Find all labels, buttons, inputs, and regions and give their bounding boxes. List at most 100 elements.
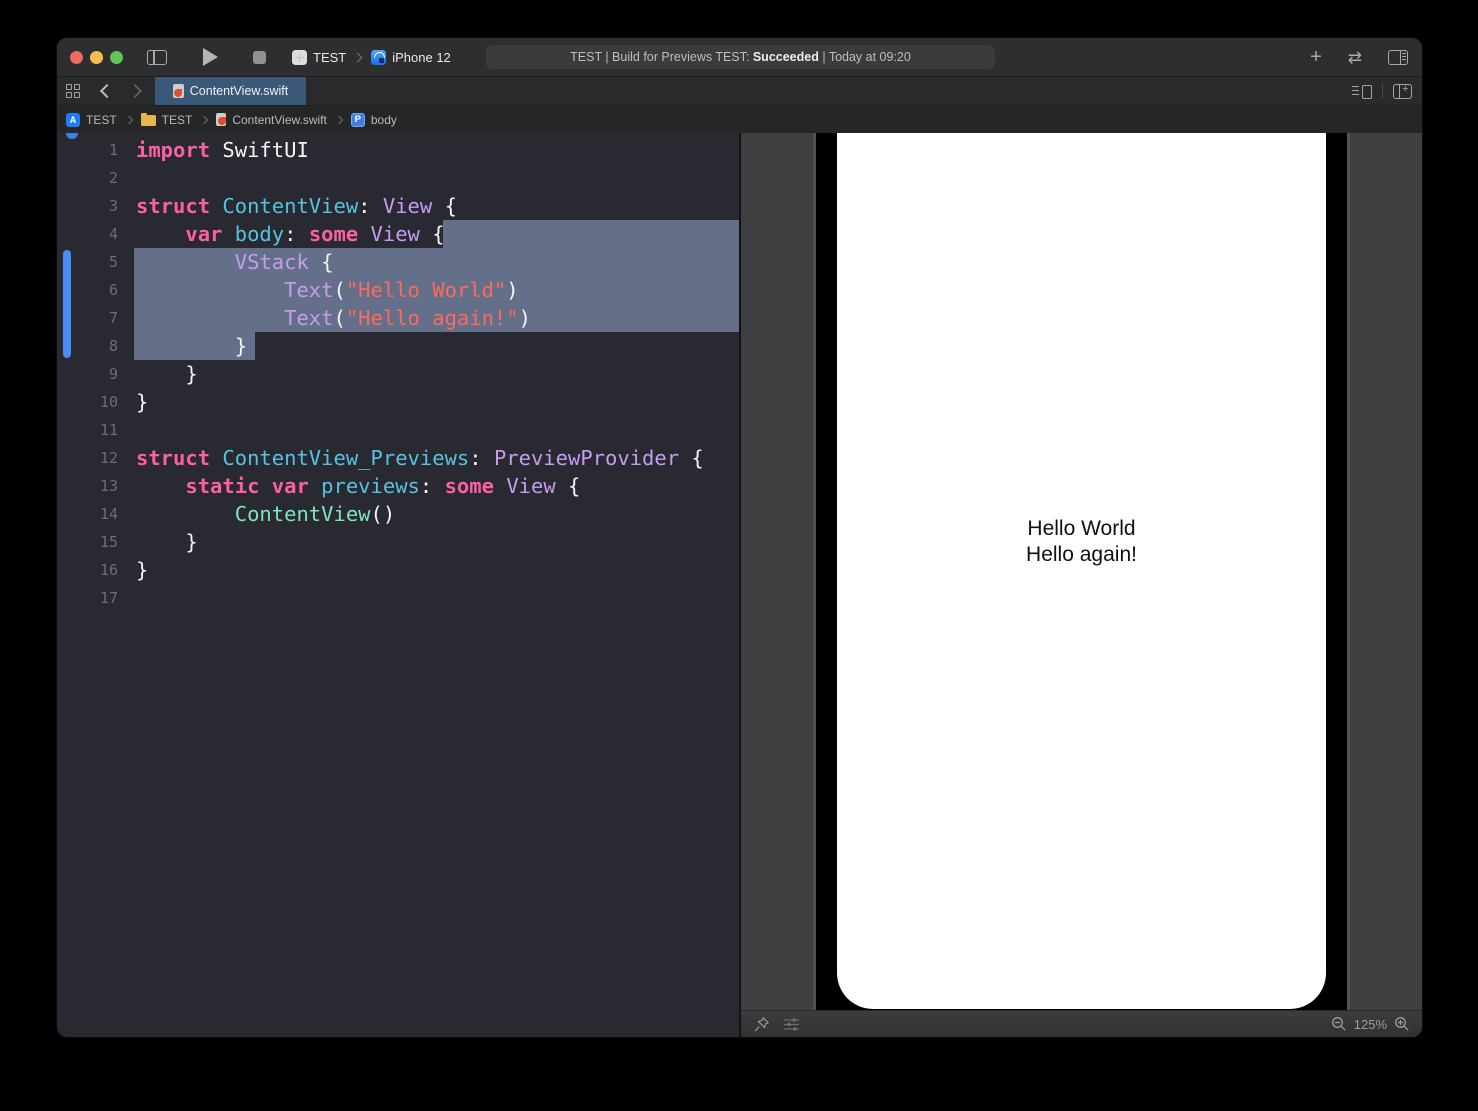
code-line[interactable]: 15 } — [57, 528, 739, 556]
go-forward-button[interactable] — [128, 84, 142, 98]
minimize-window-button[interactable] — [90, 51, 103, 64]
chevron-right-icon — [200, 115, 208, 123]
play-icon — [203, 48, 218, 66]
code-line-content[interactable] — [136, 416, 739, 444]
line-number[interactable]: 13 — [57, 472, 136, 500]
tab-contentview-swift[interactable]: ContentView.swift — [155, 77, 306, 105]
canvas-bottom-bar: 125% — [741, 1010, 1422, 1037]
zoom-level-label[interactable]: 125% — [1354, 1017, 1387, 1032]
code-line[interactable]: 17 — [57, 584, 739, 612]
code-line[interactable]: 11 — [57, 416, 739, 444]
line-number[interactable]: 2 — [57, 164, 136, 192]
iphone-device-frame: Hello World Hello again! — [813, 133, 1350, 1012]
stop-button[interactable] — [253, 51, 266, 64]
line-number[interactable]: 11 — [57, 416, 136, 444]
code-tokens: struct ContentView: View { — [136, 194, 457, 218]
code-line-content[interactable]: } — [136, 332, 739, 360]
run-button[interactable] — [203, 48, 218, 66]
code-line-content[interactable] — [136, 164, 739, 192]
code-line[interactable]: 9 } — [57, 360, 739, 388]
code-tokens: } — [136, 334, 247, 358]
jumpbar-item-symbol[interactable]: body — [371, 113, 397, 127]
gutter-selection-bar — [63, 250, 71, 358]
code-tokens: Text("Hello again!") — [136, 306, 531, 330]
toggle-inspector-button[interactable] — [1388, 50, 1408, 65]
line-number[interactable]: 4 — [57, 220, 136, 248]
project-icon: A — [66, 113, 80, 127]
zoom-in-button[interactable] — [1394, 1016, 1410, 1032]
line-number[interactable]: 1 — [57, 136, 136, 164]
code-line[interactable]: 13 static var previews: some View { — [57, 472, 739, 500]
code-line-content[interactable]: VStack { — [136, 248, 739, 276]
go-back-button[interactable] — [100, 84, 114, 98]
toggle-navigator-button[interactable] — [147, 50, 167, 65]
code-line[interactable]: 6 Text("Hello World") — [57, 276, 739, 304]
code-line-content[interactable]: static var previews: some View { — [136, 472, 739, 500]
zoom-window-button[interactable] — [110, 51, 123, 64]
stop-icon — [253, 51, 266, 64]
code-review-button[interactable]: ⇄ — [1348, 49, 1362, 66]
line-number[interactable]: 9 — [57, 360, 136, 388]
library-button[interactable]: + — [1310, 47, 1322, 67]
jumpbar-item-project[interactable]: TEST — [86, 113, 117, 127]
status-text-right: | Today at 09:20 — [819, 50, 911, 64]
line-number[interactable]: 15 — [57, 528, 136, 556]
code-line[interactable]: 5 VStack { — [57, 248, 739, 276]
swift-file-icon — [173, 84, 184, 98]
code-line-content[interactable] — [136, 584, 739, 612]
destination-name: iPhone 12 — [392, 50, 451, 65]
jumpbar-item-group[interactable]: TEST — [162, 113, 193, 127]
folder-icon — [141, 115, 156, 126]
xcode-window: TEST iPhone 12 TEST | Build for Previews… — [57, 38, 1422, 1037]
zoom-out-button[interactable] — [1331, 1016, 1347, 1032]
line-number[interactable]: 16 — [57, 556, 136, 584]
code-tokens: static var previews: some View { — [136, 474, 580, 498]
line-number[interactable]: 12 — [57, 444, 136, 472]
related-items-button[interactable] — [66, 84, 80, 98]
line-number[interactable]: 10 — [57, 388, 136, 416]
code-line-content[interactable]: import SwiftUI — [136, 136, 739, 164]
code-line[interactable]: 1import SwiftUI — [57, 136, 739, 164]
run-destination-selector[interactable]: iPhone 12 — [371, 50, 457, 65]
code-line[interactable]: 8 } — [57, 332, 739, 360]
code-line[interactable]: 2 — [57, 164, 739, 192]
code-line-content[interactable]: ContentView() — [136, 500, 739, 528]
jumpbar-item-file[interactable]: ContentView.swift — [232, 113, 327, 127]
line-number[interactable]: 3 — [57, 192, 136, 220]
code-line[interactable]: 4 var body: some View { — [57, 220, 739, 248]
code-line-content[interactable]: } — [136, 528, 739, 556]
pin-preview-button[interactable] — [753, 1016, 770, 1033]
source-editor[interactable]: 1import SwiftUI23struct ContentView: Vie… — [57, 133, 739, 1037]
iphone-screen[interactable]: Hello World Hello again! — [837, 133, 1326, 1009]
code-line[interactable]: 12struct ContentView_Previews: PreviewPr… — [57, 444, 739, 472]
zoom-in-icon — [1394, 1016, 1410, 1032]
preview-settings-button[interactable] — [783, 1017, 800, 1032]
scheme-name: TEST — [313, 50, 346, 65]
code-line-content[interactable]: } — [136, 360, 739, 388]
code-line[interactable]: 10} — [57, 388, 739, 416]
preview-text-line1: Hello World — [837, 516, 1326, 542]
code-line-content[interactable]: } — [136, 388, 739, 416]
code-line-content[interactable]: Text("Hello World") — [136, 276, 739, 304]
code-line-content[interactable]: struct ContentView_Previews: PreviewProv… — [136, 444, 739, 472]
activity-status-bar[interactable]: TEST | Build for Previews TEST: Succeede… — [486, 45, 995, 69]
code-line[interactable]: 3struct ContentView: View { — [57, 192, 739, 220]
code-line[interactable]: 14 ContentView() — [57, 500, 739, 528]
toolbar: TEST iPhone 12 TEST | Build for Previews… — [57, 38, 1422, 77]
code-line-content[interactable]: struct ContentView: View { — [136, 192, 739, 220]
editor-options-button[interactable] — [1352, 85, 1372, 98]
code-area[interactable]: 1import SwiftUI23struct ContentView: Vie… — [57, 136, 739, 612]
add-editor-button[interactable] — [1393, 84, 1412, 99]
close-window-button[interactable] — [70, 51, 83, 64]
code-line-content[interactable]: Text("Hello again!") — [136, 304, 739, 332]
line-number[interactable]: 14 — [57, 500, 136, 528]
line-number[interactable]: 17 — [57, 584, 136, 612]
code-line-content[interactable]: } — [136, 556, 739, 584]
code-line[interactable]: 16} — [57, 556, 739, 584]
scheme-selector[interactable]: TEST — [292, 50, 363, 65]
code-line[interactable]: 7 Text("Hello again!") — [57, 304, 739, 332]
swap-arrows-icon: ⇄ — [1348, 49, 1362, 66]
chevron-right-icon — [335, 115, 343, 123]
property-icon: P — [351, 113, 365, 127]
code-line-content[interactable]: var body: some View { — [136, 220, 739, 248]
